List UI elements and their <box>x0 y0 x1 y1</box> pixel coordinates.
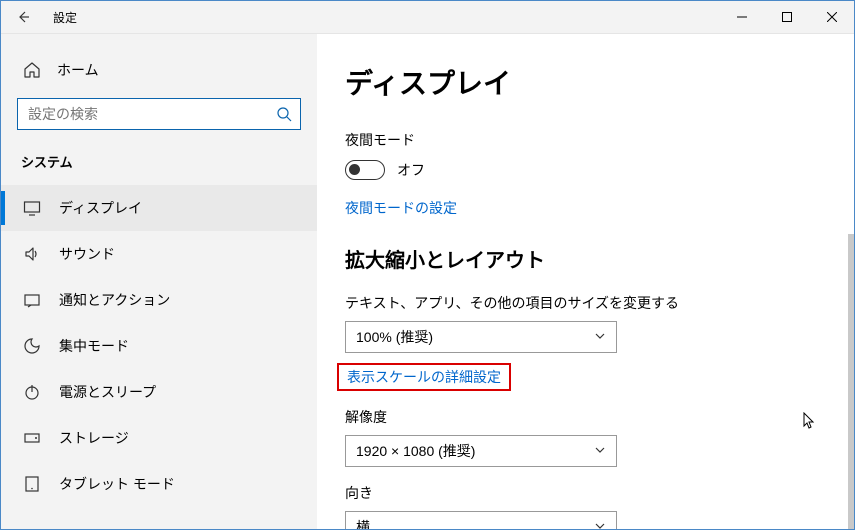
night-light-state: オフ <box>397 160 425 180</box>
sidebar-item-label: ストレージ <box>59 428 129 448</box>
tablet-icon <box>23 475 41 493</box>
storage-icon <box>23 429 41 447</box>
sidebar-home[interactable]: ホーム <box>1 52 317 88</box>
close-icon <box>827 12 837 22</box>
advanced-scale-link-highlight: 表示スケールの詳細設定 <box>337 363 511 391</box>
window-title: 設定 <box>53 9 77 26</box>
sidebar: ホーム システム ディスプレイ サウンド 通知とアクション <box>1 34 317 529</box>
orientation-value: 横 <box>356 517 370 529</box>
sidebar-item-label: 電源とスリープ <box>59 382 156 402</box>
chevron-down-icon <box>594 519 606 529</box>
sidebar-item-display[interactable]: ディスプレイ <box>1 185 317 231</box>
page-title: ディスプレイ <box>345 62 854 102</box>
content-area: ディスプレイ 夜間モード オフ 夜間モードの設定 拡大縮小とレイアウト テキスト… <box>317 34 854 529</box>
search-input[interactable] <box>26 105 276 123</box>
orientation-dropdown[interactable]: 横 <box>345 511 617 529</box>
chevron-down-icon <box>594 329 606 345</box>
night-light-settings-link[interactable]: 夜間モードの設定 <box>345 198 457 218</box>
sidebar-section-label: システム <box>1 148 317 185</box>
display-icon <box>23 199 41 217</box>
notifications-icon <box>23 291 41 309</box>
minimize-button[interactable] <box>719 1 764 33</box>
sidebar-item-label: タブレット モード <box>59 474 175 494</box>
resolution-value: 1920 × 1080 (推奨) <box>356 441 475 461</box>
settings-window: 設定 ホーム <box>0 0 855 530</box>
content-scrollbar[interactable] <box>848 234 854 529</box>
minimize-icon <box>737 12 747 22</box>
scale-layout-heading: 拡大縮小とレイアウト <box>345 244 854 273</box>
night-light-toggle[interactable] <box>345 160 385 180</box>
sidebar-item-tablet[interactable]: タブレット モード <box>1 461 317 507</box>
sidebar-item-storage[interactable]: ストレージ <box>1 415 317 461</box>
sidebar-item-focus[interactable]: 集中モード <box>1 323 317 369</box>
back-button[interactable] <box>11 5 35 29</box>
sidebar-item-notifications[interactable]: 通知とアクション <box>1 277 317 323</box>
orientation-label: 向き <box>345 483 854 503</box>
power-icon <box>23 383 41 401</box>
maximize-button[interactable] <box>764 1 809 33</box>
sidebar-item-sound[interactable]: サウンド <box>1 231 317 277</box>
search-input-container[interactable] <box>17 98 301 130</box>
advanced-scale-link[interactable]: 表示スケールの詳細設定 <box>347 367 501 387</box>
night-light-label: 夜間モード <box>345 130 854 150</box>
arrow-left-icon <box>15 9 31 25</box>
chevron-down-icon <box>594 443 606 459</box>
text-size-label: テキスト、アプリ、その他の項目のサイズを変更する <box>345 293 854 313</box>
titlebar: 設定 <box>1 1 854 34</box>
close-button[interactable] <box>809 1 854 33</box>
sidebar-item-label: サウンド <box>59 244 115 264</box>
home-icon <box>23 61 41 79</box>
sidebar-home-label: ホーム <box>57 60 99 80</box>
focus-icon <box>23 337 41 355</box>
sidebar-item-label: ディスプレイ <box>59 198 142 218</box>
sidebar-item-label: 集中モード <box>59 336 129 356</box>
toggle-knob <box>349 164 360 175</box>
text-size-dropdown[interactable]: 100% (推奨) <box>345 321 617 353</box>
sidebar-item-label: 通知とアクション <box>59 290 170 310</box>
search-icon <box>276 106 292 122</box>
text-size-value: 100% (推奨) <box>356 327 433 347</box>
sound-icon <box>23 245 41 263</box>
maximize-icon <box>782 12 792 22</box>
resolution-label: 解像度 <box>345 407 854 427</box>
resolution-dropdown[interactable]: 1920 × 1080 (推奨) <box>345 435 617 467</box>
sidebar-item-power[interactable]: 電源とスリープ <box>1 369 317 415</box>
